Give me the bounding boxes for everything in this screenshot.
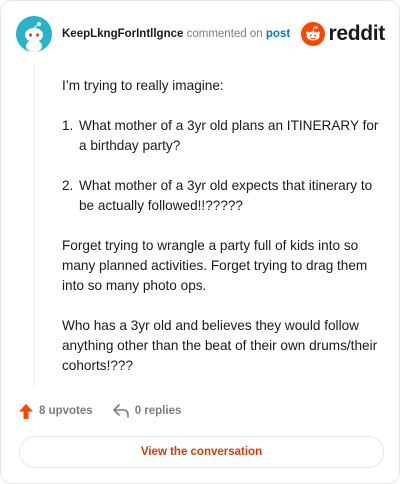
view-conversation-button[interactable]: View the conversation: [19, 436, 384, 468]
snoo-avatar-icon: [16, 16, 52, 52]
list-item-number: 1.: [62, 118, 74, 133]
comment-paragraph-3: Who has a 3yr old and believes they woul…: [62, 318, 378, 373]
upvote-count: 8 upvotes: [39, 405, 93, 417]
upvote-arrow-icon: [19, 403, 33, 419]
reddit-comment-embed-card: KeepLkngForIntllgnce commented on post r…: [0, 0, 400, 484]
list-item-text: What mother of a 3yr old plans an ITINER…: [79, 118, 379, 153]
comment-numbered-list: 1. What mother of a 3yr old plans an ITI…: [62, 116, 380, 216]
reddit-alien-icon: [301, 22, 326, 46]
comment-header: KeepLkngForIntllgnce commented on post r…: [16, 16, 385, 52]
post-link[interactable]: post: [266, 28, 290, 40]
thread-line: [34, 63, 35, 387]
reddit-logo[interactable]: reddit: [301, 20, 385, 48]
reply-button[interactable]: 0 replies: [112, 404, 182, 418]
list-item-number: 2.: [62, 178, 74, 193]
list-item-text: What mother of a 3yr old expects that it…: [79, 178, 373, 213]
reply-arrow-icon: [112, 404, 129, 418]
comment-footer: 8 upvotes 0 replies: [19, 401, 201, 421]
user-avatar[interactable]: [16, 16, 52, 52]
reddit-wordmark: reddit: [328, 22, 385, 45]
username-link[interactable]: KeepLkngForIntllgnce: [62, 28, 183, 40]
attribution-verb: commented on: [186, 28, 263, 40]
comment-attribution: KeepLkngForIntllgnce commented on post: [62, 26, 290, 42]
upvote-button[interactable]: 8 upvotes: [19, 403, 93, 419]
reply-count: 0 replies: [134, 405, 182, 417]
list-item: 1. What mother of a 3yr old plans an ITI…: [62, 116, 380, 156]
comment-paragraph-2: Forget trying to wrangle a party full of…: [62, 238, 368, 293]
comment-paragraph-intro: I’m trying to really imagine:: [62, 78, 224, 93]
list-item: 2. What mother of a 3yr old expects that…: [62, 176, 380, 216]
comment-body: I’m trying to really imagine: 1. What mo…: [62, 76, 380, 396]
